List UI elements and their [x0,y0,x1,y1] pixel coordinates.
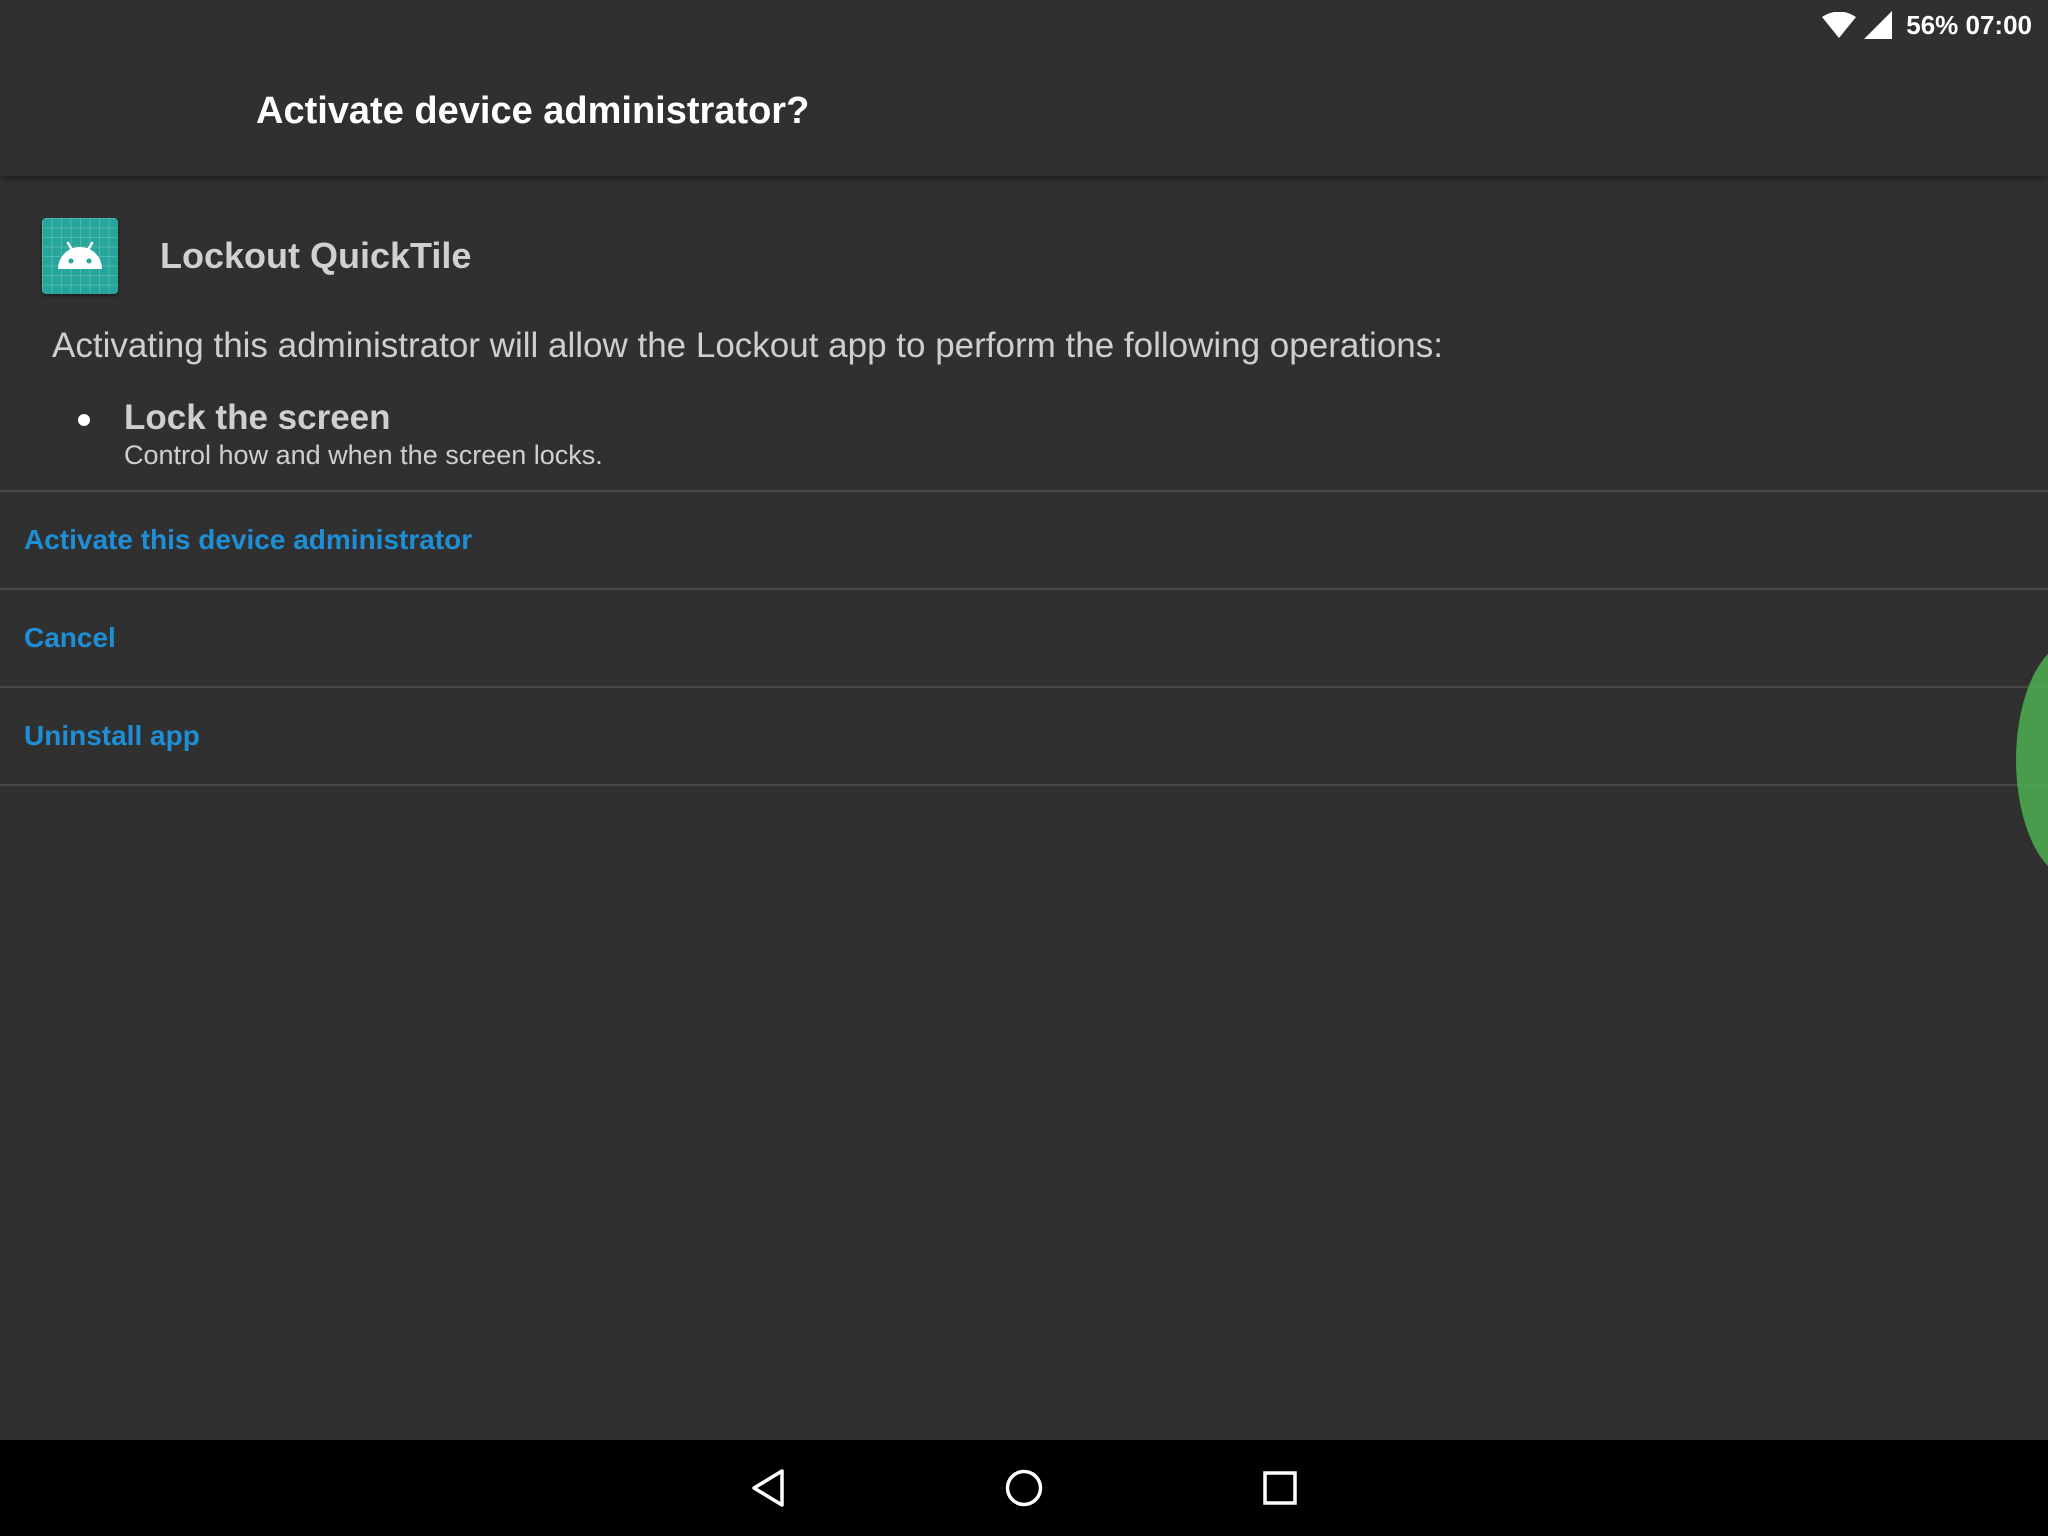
policy-description: Control how and when the screen locks. [124,440,603,470]
back-icon[interactable] [738,1458,798,1518]
home-icon[interactable] [994,1458,1054,1518]
policy-text: Lock the screen Control how and when the… [124,398,603,472]
navigation-bar [0,1440,2048,1536]
cancel-button[interactable]: Cancel [0,590,2048,688]
bullet-icon [78,414,90,426]
policy-title: Lock the screen [124,398,391,437]
action-list: Activate this device administrator Cance… [0,490,2048,786]
page-title: Activate device administrator? [256,90,810,132]
status-icons: 56% 07:00 [1822,8,2032,42]
status-bar: 56% 07:00 [0,0,2048,50]
battery-time-text: 56% 07:00 [1906,9,2032,40]
recents-icon[interactable] [1250,1458,1310,1518]
main-content: Lockout QuickTile Activating this admini… [0,176,2048,1440]
wifi-icon [1822,12,1857,38]
app-name: Lockout QuickTile [160,235,472,276]
uninstall-app-button[interactable]: Uninstall app [0,688,2048,786]
admin-description: Activating this administrator will allow… [52,326,1443,365]
policy-item: Lock the screen Control how and when the… [78,398,603,472]
android-icon [42,218,118,294]
cell-signal-icon [1864,11,1893,39]
app-header: Lockout QuickTile [42,218,471,294]
activate-button[interactable]: Activate this device administrator [0,492,2048,590]
toolbar: Activate device administrator? [0,50,2048,176]
